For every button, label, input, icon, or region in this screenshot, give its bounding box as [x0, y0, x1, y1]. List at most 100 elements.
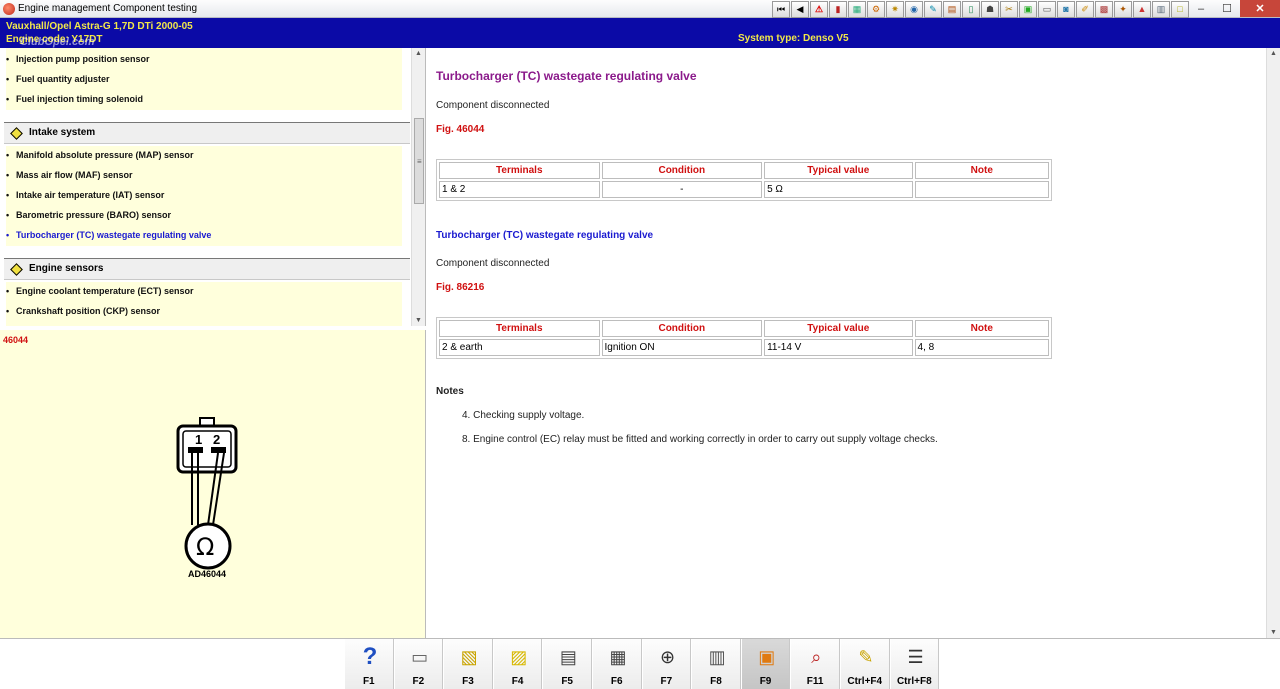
header-cell: Note	[914, 320, 1049, 337]
figure-id: 46044	[3, 335, 29, 345]
f1-help-button[interactable]: ? F1	[344, 639, 394, 689]
minimize-button[interactable]: –	[1188, 0, 1214, 17]
orange-panel-icon: ▣	[758, 646, 776, 667]
figure-link[interactable]: Fig. 46044	[436, 124, 484, 135]
nav-item[interactable]: Fuel quantity adjuster	[6, 74, 109, 84]
group-header-engine-sensors[interactable]: Engine sensors	[4, 258, 410, 280]
ignition-icon[interactable]: ✦	[1114, 1, 1132, 18]
table-row: 2 & earth Ignition ON 11-14 V 4, 8	[439, 339, 1049, 356]
book-icon[interactable]: ▮	[829, 1, 847, 18]
note-item: 8. Engine control (EC) relay must be fit…	[462, 434, 938, 445]
f9-button[interactable]: ▣ F9	[740, 639, 791, 689]
document-icon[interactable]: ▥	[1152, 1, 1170, 18]
content-scrollbar[interactable]: ▲ ▼	[1266, 48, 1280, 638]
nav-item[interactable]: Manifold absolute pressure (MAP) sensor	[6, 150, 194, 160]
nav-item[interactable]: Engine coolant temperature (ECT) sensor	[6, 286, 194, 296]
app-logo-icon	[3, 3, 15, 15]
f2-print-button[interactable]: ▭ F2	[393, 639, 444, 689]
search-person-icon: ⌕	[811, 646, 822, 667]
note-icon[interactable]: □	[1171, 1, 1189, 18]
figure-pane: 46044 1 2 Ω AD46044	[0, 330, 426, 638]
vehicle-info: Vauxhall/Opel Astra-G 1,7D DTi 2000-05	[6, 21, 193, 32]
tool-icon[interactable]: ✎	[924, 1, 942, 18]
edit-icon[interactable]: ✐	[1076, 1, 1094, 18]
table-header-row: Terminals Condition Typical value Note	[439, 320, 1049, 337]
first-page-icon[interactable]: ⏮	[772, 1, 790, 18]
road-icon[interactable]: ▲	[1133, 1, 1151, 18]
scroll-down-icon[interactable]: ▼	[415, 317, 422, 324]
nav-item[interactable]: Barometric pressure (BARO) sensor	[6, 210, 171, 220]
scroll-up-icon[interactable]: ▲	[415, 50, 422, 57]
component-nav: Injection pump position sensor Fuel quan…	[0, 48, 426, 326]
nav-item[interactable]: Fuel injection timing solenoid	[6, 94, 143, 104]
toolbar: ⏮ ◀ ⚠ ▮ ▦ ⚙ ✷ ◉ ✎ ▤ ▯ ☗ ✂ ▣ ▭ ◙ ✐ ▩ ✦ ▲ …	[772, 1, 1189, 18]
pin-1-label: 1	[195, 432, 202, 447]
header-cell: Typical value	[764, 162, 913, 179]
vehicle-header: Vauxhall/Opel Astra-G 1,7D DTi 2000-05 E…	[0, 18, 1280, 48]
chart-icon[interactable]: ▦	[848, 1, 866, 18]
ohm-symbol: Ω	[196, 533, 214, 561]
nav-item[interactable]: Injection pump position sensor	[6, 54, 149, 64]
figure-link[interactable]: Fig. 86216	[436, 282, 484, 293]
connector-icon: ▦	[609, 646, 627, 667]
nav-item-selected[interactable]: Turbocharger (TC) wastegate regulating v…	[6, 230, 211, 240]
warning-icon[interactable]: ⚠	[810, 1, 828, 18]
image-icon[interactable]: ▩	[1095, 1, 1113, 18]
maximize-button[interactable]: ☐	[1214, 0, 1240, 17]
ctrl-f8-button[interactable]: ☰ Ctrl+F8	[889, 639, 940, 689]
table-icon: ☰	[907, 646, 924, 667]
table-cell: Ignition ON	[601, 339, 763, 356]
group-label: Intake system	[29, 127, 96, 138]
group-marker-icon	[10, 263, 23, 276]
close-button[interactable]: ✕	[1240, 0, 1280, 17]
component-icon: ▤	[559, 646, 577, 667]
table-cell: 1 & 2	[439, 181, 600, 198]
group-marker-icon	[10, 127, 23, 140]
header-cell: Terminals	[439, 320, 600, 337]
f3-button[interactable]: ▧ F3	[443, 639, 493, 689]
ctrl-f4-button[interactable]: ✎ Ctrl+F4	[839, 639, 890, 689]
book-icon: ▥	[708, 646, 726, 667]
window-title: Engine management Component testing	[18, 3, 198, 14]
table-cell: -	[601, 181, 763, 198]
f6-button[interactable]: ▦ F6	[591, 639, 642, 689]
f5-button[interactable]: ▤ F5	[542, 639, 592, 689]
spec-table-2: Terminals Condition Typical value Note 2…	[436, 317, 1052, 359]
person-icon[interactable]: ☗	[981, 1, 999, 18]
status-text: Component disconnected	[436, 100, 550, 111]
nav-item[interactable]: Mass air flow (MAF) sensor	[6, 170, 132, 180]
engine-icon[interactable]: ▤	[943, 1, 961, 18]
f4-button[interactable]: ▨ F4	[492, 639, 543, 689]
settings-icon[interactable]: ✷	[886, 1, 904, 18]
previous-page-icon[interactable]: ◀	[791, 1, 809, 18]
status-text: Component disconnected	[436, 258, 550, 269]
nav-item[interactable]: Crankshaft position (CKP) sensor	[6, 306, 160, 316]
copy-image-icon: ▧	[460, 646, 478, 667]
scroll-up-icon[interactable]: ▲	[1270, 50, 1277, 57]
gear-icon[interactable]: ⚙	[867, 1, 885, 18]
printer-icon: ▭	[411, 646, 429, 667]
nav-item[interactable]: Intake air temperature (IAT) sensor	[6, 190, 164, 200]
door-icon[interactable]: ▯	[962, 1, 980, 18]
nav-scrollbar[interactable]: ▲ ≡ ▼	[411, 48, 425, 326]
disk-icon[interactable]: ◙	[1057, 1, 1075, 18]
scroll-thumb[interactable]: ≡	[414, 118, 424, 204]
f11-button[interactable]: ⌕ F11	[790, 639, 840, 689]
scroll-down-icon[interactable]: ▼	[1270, 629, 1277, 636]
circle-icon[interactable]: ◉	[905, 1, 923, 18]
connector-diagram: 1 2 Ω	[176, 417, 238, 570]
f8-button[interactable]: ▥ F8	[691, 639, 741, 689]
yellow-image-icon: ▨	[510, 646, 528, 667]
printer-icon[interactable]: ▭	[1038, 1, 1056, 18]
spec-table-1: Terminals Condition Typical value Note 1…	[436, 159, 1052, 201]
wrench-icon[interactable]: ✂	[1000, 1, 1018, 18]
f7-button[interactable]: ⊕ F7	[641, 639, 692, 689]
battery-icon[interactable]: ▣	[1019, 1, 1037, 18]
table-cell	[914, 181, 1049, 198]
pin-2-label: 2	[213, 432, 220, 447]
note-item: 4. Checking supply voltage.	[462, 410, 585, 421]
group-header-intake[interactable]: Intake system	[4, 122, 410, 144]
page-title: Turbocharger (TC) wastegate regulating v…	[436, 69, 697, 83]
group-label: Engine sensors	[29, 263, 104, 274]
table-row: 1 & 2 - 5 Ω	[439, 181, 1049, 198]
